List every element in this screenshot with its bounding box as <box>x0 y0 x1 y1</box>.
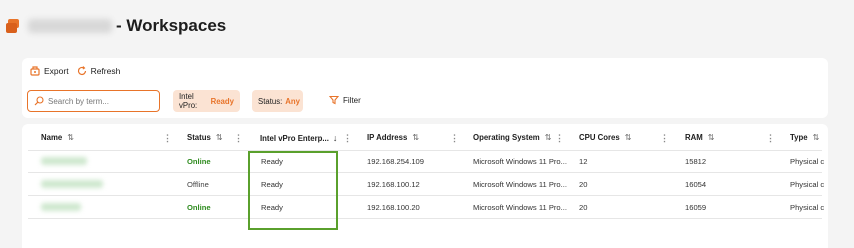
column-header-status[interactable]: Status ⇅ <box>187 133 223 142</box>
export-button[interactable]: Export <box>30 66 69 76</box>
sort-icon[interactable]: ⇅ <box>545 133 552 142</box>
column-header-operating-system[interactable]: Operating System ⇅ <box>473 133 551 142</box>
column-menu-icon[interactable]: ⋮ <box>766 133 775 144</box>
status-cell: Online <box>187 203 211 212</box>
export-label: Export <box>44 66 69 76</box>
search-input[interactable] <box>48 96 148 106</box>
column-header-ram[interactable]: RAM ⇅ <box>685 133 714 142</box>
operating-system-cell: Microsoft Windows 11 Pro... <box>473 203 567 212</box>
export-icon <box>30 66 40 76</box>
sort-icon[interactable]: ⇅ <box>67 133 74 142</box>
status-filter-value: Any <box>285 96 301 106</box>
column-header-type[interactable]: Type ⇅ <box>790 133 819 142</box>
column-header-cpu-cores[interactable]: CPU Cores ⇅ <box>579 133 631 142</box>
refresh-icon <box>77 66 86 76</box>
filter-label: Filter <box>343 95 361 105</box>
search-box[interactable] <box>27 90 160 112</box>
status-filter-chip[interactable]: Status: Any <box>252 90 303 112</box>
column-header-ip-address[interactable]: IP Address ⇅ <box>367 133 419 142</box>
sort-descending-icon[interactable]: ↓ <box>333 133 338 143</box>
intel-vpro-filter-chip[interactable]: Intel vPro: Ready <box>173 90 240 112</box>
cpu-cores-cell: 20 <box>579 203 588 212</box>
column-menu-icon[interactable]: ⋮ <box>163 133 172 144</box>
organization-name-redacted <box>28 19 112 33</box>
ip-address-cell: 192.168.254.109 <box>367 157 425 166</box>
filter-button[interactable]: Filter <box>329 95 361 105</box>
ip-address-cell: 192.168.100.12 <box>367 180 420 189</box>
sort-icon[interactable]: ⇅ <box>708 133 715 142</box>
workspaces-table <box>22 124 828 248</box>
status-filter-label: Status: <box>258 96 283 106</box>
intel-vpro-filter-value: Ready <box>210 96 234 106</box>
type-cell: Physical c <box>790 157 825 166</box>
operating-system-cell: Microsoft Windows 11 Pro... <box>473 157 567 166</box>
divider <box>28 150 822 151</box>
divider <box>28 218 822 219</box>
ip-address-cell: 192.168.100.20 <box>367 203 420 212</box>
status-cell: Online <box>187 157 211 166</box>
ram-cell: 16059 <box>685 203 707 212</box>
type-cell: Physical c <box>790 203 825 212</box>
column-header-intel-vpro[interactable]: Intel vPro Enterp... ↓ <box>260 133 337 143</box>
sort-icon[interactable]: ⇅ <box>813 133 820 142</box>
page-title: - Workspaces <box>116 16 227 35</box>
sort-icon[interactable]: ⇅ <box>412 133 419 142</box>
filter-icon <box>329 95 339 105</box>
operating-system-cell: Microsoft Windows 11 Pro... <box>473 180 567 189</box>
divider <box>28 195 822 196</box>
type-cell: Physical c <box>790 180 825 189</box>
column-header-name[interactable]: Name ⇅ <box>41 133 74 142</box>
refresh-label: Refresh <box>90 66 121 76</box>
cpu-cores-cell: 12 <box>579 157 588 166</box>
column-menu-icon[interactable]: ⋮ <box>343 133 352 144</box>
column-menu-icon[interactable]: ⋮ <box>234 133 243 144</box>
sort-icon[interactable]: ⇅ <box>216 133 223 142</box>
ram-cell: 16054 <box>685 180 707 189</box>
status-cell: Offline <box>187 180 209 189</box>
column-menu-icon[interactable]: ⋮ <box>450 133 459 144</box>
sort-icon[interactable]: ⇅ <box>625 133 632 142</box>
workspace-name-redacted[interactable] <box>41 157 87 165</box>
intel-vpro-column-highlight <box>248 151 338 230</box>
toolbar: Export Refresh <box>30 66 128 76</box>
ram-cell: 15812 <box>685 157 707 166</box>
divider <box>28 172 822 173</box>
column-menu-icon[interactable]: ⋮ <box>555 133 564 144</box>
search-icon <box>34 96 44 106</box>
cpu-cores-cell: 20 <box>579 180 588 189</box>
intel-vpro-filter-label: Intel vPro: <box>179 92 198 110</box>
workspace-name-redacted[interactable] <box>41 180 103 188</box>
page-header: - Workspaces <box>6 14 226 38</box>
workspace-name-redacted[interactable] <box>41 203 81 211</box>
refresh-button[interactable]: Refresh <box>77 66 121 76</box>
organization-icon <box>6 19 20 33</box>
column-menu-icon[interactable]: ⋮ <box>660 133 669 144</box>
